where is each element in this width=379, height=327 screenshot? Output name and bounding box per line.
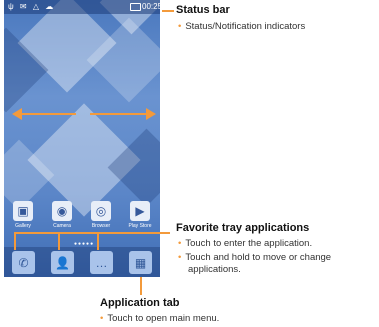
notification-icons: ψ ✉ △ ☁ [8,2,56,11]
messaging-icon[interactable]: … [90,251,113,274]
status-bar-bullet: • Status/Notification indicators [178,21,373,33]
application-tab-icon[interactable]: ▦ [129,251,152,274]
fav-app-browser[interactable]: ◎ Browser [86,201,116,229]
bullet-text: Touch to enter the application. [185,238,313,249]
bullet-text: Status/Notification indicators [185,21,306,32]
battery-icon [130,3,141,11]
status-bar: ψ ✉ △ ☁ 00:25 [4,0,160,14]
application-tab-callout-line [140,277,142,295]
swipe-left-arrow-line [18,113,76,115]
fav-app-play-store[interactable]: ▶ Play Store [125,201,155,229]
application-tab-bullet: • Touch to open main menu. [100,313,300,325]
fav-app-label: Gallery [15,223,31,229]
status-time: 00:25 [142,2,160,11]
application-tab-title: Application tab [100,297,180,309]
bullet-text: Touch to open main menu. [107,313,220,324]
favorite-tray-bullet: • Touch to enter the application. [178,238,376,250]
contacts-icon[interactable]: 👤 [51,251,74,274]
status-bar-callout-line [162,10,174,12]
bullet-icon: • [178,238,182,249]
fav-app-label: Browser [91,223,111,229]
favorite-tray-callout-line [58,232,60,250]
bullet-icon: • [100,313,104,324]
favorite-tray-callout-line [14,232,170,234]
arrow-right-icon [146,108,156,120]
arrow-left-icon [12,108,22,120]
phone-screen: ψ ✉ △ ☁ 00:25 ▣ Gallery ◉ Camera ◎ Brows… [4,0,160,277]
status-bar-title: Status bar [176,4,230,16]
favorite-tray-bullet: • Touch and hold to move or change applic… [178,252,376,276]
phone-icon[interactable]: ✆ [12,251,35,274]
bullet-text: Touch and hold to move or change applica… [185,252,332,275]
favorite-tray-callout-line [97,232,99,250]
fav-app-camera[interactable]: ◉ Camera [47,201,77,229]
bullet-icon: • [178,21,182,32]
gallery-icon: ▣ [13,201,33,221]
fav-app-label: Play Store [128,223,152,229]
fav-app-label: Camera [53,223,71,229]
favorite-tray-callout-line [14,232,16,250]
favorite-tray-title: Favorite tray applications [176,222,310,234]
camera-icon: ◉ [52,201,72,221]
fav-app-gallery[interactable]: ▣ Gallery [8,201,38,229]
browser-icon: ◎ [91,201,111,221]
bullet-icon: • [178,252,182,263]
play-store-icon: ▶ [130,201,150,221]
swipe-right-arrow-line [90,113,148,115]
